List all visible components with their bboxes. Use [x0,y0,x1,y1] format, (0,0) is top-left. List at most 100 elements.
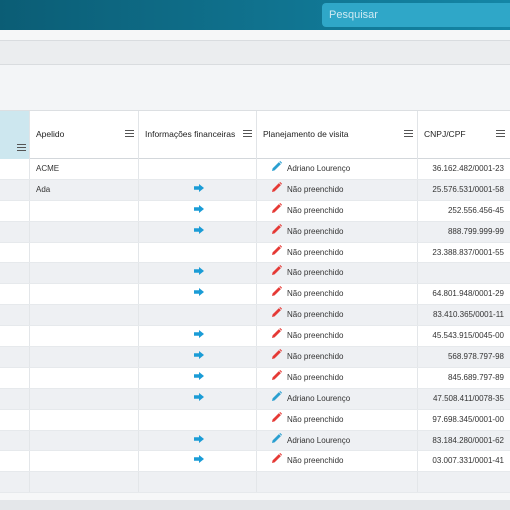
table-row[interactable]: Não preenchido 888.799.999-99 [0,221,510,243]
table-row[interactable]: Não preenchido 845.689.797-89 [0,367,510,389]
pencil-icon[interactable] [272,451,282,471]
row-selector-cell[interactable] [0,242,30,263]
row-selector-cell[interactable] [0,409,30,430]
financial-info-cell [139,409,257,430]
search-input[interactable]: Pesquisar [322,3,510,27]
apelido-cell [30,367,139,388]
toolbar [0,40,510,65]
row-selector-cell[interactable] [0,263,30,284]
visit-planning-cell [257,472,418,493]
pencil-icon[interactable] [272,201,282,221]
grid-header: Apelido Informações financeiras Planejam… [0,110,510,159]
row-selector-cell[interactable] [0,472,30,493]
table-row[interactable]: Não preenchido 64.801.948/0001-29 [0,284,510,306]
column-label: CNPJ/CPF [424,129,466,139]
pencil-icon[interactable] [272,159,282,179]
row-selector-cell[interactable] [0,200,30,221]
table-row[interactable]: Adriano Lourenço 47.508.411/0078-35 [0,388,510,410]
pencil-icon[interactable] [272,347,282,367]
arrow-right-icon[interactable] [193,263,204,283]
financial-info-cell [139,451,257,472]
financial-info-cell [139,221,257,242]
row-selector-cell[interactable] [0,221,30,242]
table-row[interactable]: Não preenchido 45.543.915/0045-00 [0,326,510,348]
apelido-cell: Ada [30,179,139,200]
sub-header [0,30,510,40]
table-row[interactable]: Não preenchido 568.978.797-98 [0,347,510,368]
financial-info-cell [139,242,257,263]
pencil-icon[interactable] [272,410,282,430]
pencil-icon[interactable] [272,305,282,325]
row-selector-cell[interactable] [0,179,30,200]
visit-planning-cell: Não preenchido [257,284,418,305]
pencil-icon[interactable] [272,326,282,346]
table-row[interactable]: Ada Não preenchido 25.576.531/0001-58 [0,179,510,201]
column-header-informacoes-financeiras[interactable]: Informações financeiras [139,111,257,159]
horizontal-scrollbar[interactable] [0,500,510,510]
visit-planning-cell: Não preenchido [257,367,418,388]
apelido-cell [30,409,139,430]
pencil-icon[interactable] [272,284,282,304]
arrow-right-icon[interactable] [193,180,204,200]
apelido-cell [30,388,139,409]
column-menu-icon[interactable] [17,144,26,152]
row-selector-cell[interactable] [0,159,30,179]
arrow-right-icon[interactable] [193,222,204,242]
table-row[interactable]: Adriano Lourenço 83.184.280/0001-62 [0,430,510,452]
column-menu-icon[interactable] [404,130,413,138]
visit-planning-cell: Não preenchido [257,409,418,430]
column-header-apelido[interactable]: Apelido [30,111,139,159]
table-row[interactable]: Não preenchido 23.388.837/0001-55 [0,242,510,264]
pencil-icon[interactable] [272,180,282,200]
visit-planning-label: Adriano Lourenço [287,164,351,174]
pencil-icon[interactable] [272,368,282,388]
visit-planning-label: Adriano Lourenço [287,393,351,403]
apelido-cell [30,200,139,221]
cnpj-cpf-cell: 97.698.345/0001-00 [432,414,504,424]
column-label: Informações financeiras [145,129,236,139]
arrow-right-icon[interactable] [193,326,204,346]
table-row[interactable]: Não preenchido 03.007.331/0001-41 [0,451,510,473]
column-header-planejamento[interactable]: Planejamento de visita [257,111,418,159]
table-row[interactable]: Não preenchido [0,263,510,285]
table-row[interactable]: Não preenchido 97.698.345/0001-00 [0,409,510,431]
arrow-right-icon[interactable] [193,368,204,388]
apelido-cell [30,326,139,347]
arrow-right-icon[interactable] [193,284,204,304]
row-selector-cell[interactable] [0,367,30,388]
column-label: Apelido [36,129,65,139]
column-header-cnpj[interactable]: CNPJ/CPF [418,111,510,159]
table-row[interactable]: Não preenchido 252.556.456-45 [0,200,510,222]
visit-planning-cell: Não preenchido [257,347,418,367]
table-row[interactable]: Não preenchido 83.410.365/0001-11 [0,305,510,327]
table-row[interactable]: ACME Adriano Lourenço 36.162.482/0001-23 [0,159,510,180]
column-menu-icon[interactable] [496,130,505,138]
pencil-icon[interactable] [272,222,282,242]
arrow-right-icon[interactable] [193,201,204,221]
arrow-right-icon[interactable] [193,431,204,451]
visit-planning-cell: Não preenchido [257,263,418,284]
row-selector-cell[interactable] [0,284,30,305]
pencil-icon[interactable] [272,263,282,283]
row-selector-cell[interactable] [0,430,30,451]
row-selector-cell[interactable] [0,305,30,326]
arrow-right-icon[interactable] [193,451,204,471]
pencil-icon[interactable] [272,389,282,409]
arrow-right-icon[interactable] [193,347,204,367]
table-row[interactable] [0,472,510,494]
cnpj-cpf-cell: 03.007.331/0001-41 [432,456,504,466]
row-selector-cell[interactable] [0,451,30,472]
apelido-cell [30,451,139,472]
column-menu-icon[interactable] [125,130,134,138]
row-selector-cell[interactable] [0,388,30,409]
pencil-icon[interactable] [272,431,282,451]
column-header-selection[interactable] [0,111,30,159]
data-grid: Apelido Informações financeiras Planejam… [0,110,510,500]
column-menu-icon[interactable] [243,130,252,138]
cnpj-cpf-cell: 64.801.948/0001-29 [432,289,504,299]
arrow-right-icon[interactable] [193,389,204,409]
row-selector-cell[interactable] [0,326,30,347]
pencil-icon[interactable] [272,243,282,263]
apelido-cell [30,430,139,451]
row-selector-cell[interactable] [0,347,30,367]
